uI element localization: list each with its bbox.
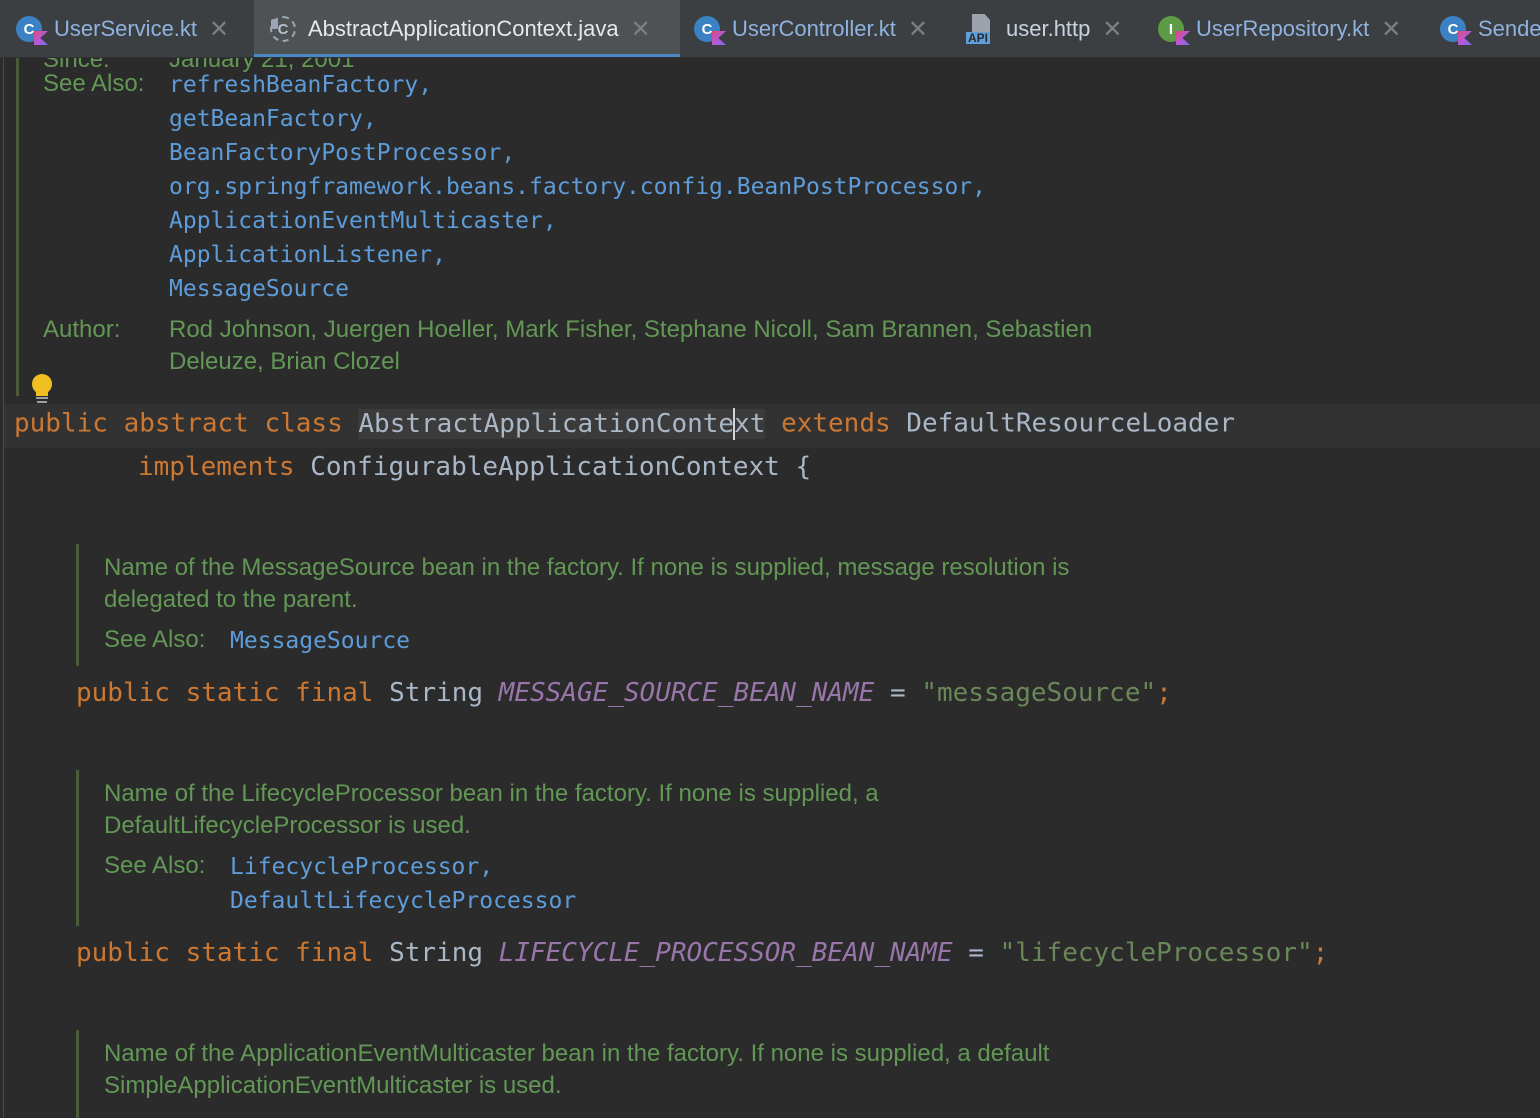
keyword: public bbox=[14, 408, 108, 439]
doc-comment-bar bbox=[76, 544, 79, 666]
see-also-link[interactable]: MessageSource bbox=[230, 628, 410, 654]
field-doc-line: Name of the LifecycleProcessor bean in t… bbox=[104, 780, 879, 807]
operator: = bbox=[890, 678, 906, 708]
field-name[interactable]: MESSAGE_SOURCE_BEAN_NAME bbox=[499, 678, 875, 708]
field-type: String bbox=[389, 938, 484, 968]
keyword: class bbox=[264, 408, 343, 439]
doc-comment-bar bbox=[76, 1030, 79, 1118]
implements-clause: implements ConfigurableApplicationContex… bbox=[138, 452, 811, 482]
see-also-link[interactable]: LifecycleProcessor, bbox=[230, 854, 493, 880]
keyword: final bbox=[295, 678, 374, 708]
field-doc-line: SimpleApplicationEventMulticaster is use… bbox=[104, 1072, 562, 1099]
field-doc-line: Name of the ApplicationEventMulticaster … bbox=[104, 1040, 1050, 1067]
close-icon[interactable]: ✕ bbox=[209, 15, 229, 44]
see-also-link[interactable]: ApplicationEventMulticaster, bbox=[169, 208, 557, 234]
keyword: public bbox=[76, 678, 170, 708]
see-also-link[interactable]: getBeanFactory, bbox=[169, 106, 377, 132]
tab-label: AbstractApplicationContext.java bbox=[308, 16, 619, 41]
see-also-label: See Also: bbox=[104, 852, 206, 879]
field-doc-line: Name of the MessageSource bean in the fa… bbox=[104, 554, 1070, 581]
keyword: public bbox=[76, 938, 170, 968]
kotlin-interface-icon: I bbox=[1158, 14, 1190, 45]
doc-comment-bar bbox=[76, 770, 79, 926]
close-icon[interactable]: ✕ bbox=[631, 15, 651, 44]
gutter-border bbox=[3, 58, 4, 1118]
editor-tab-bar: C UserService.kt ✕ C AbstractApplication… bbox=[0, 0, 1540, 58]
code-editor[interactable]: Since: January 21, 2001 See Also: refres… bbox=[0, 58, 1540, 1118]
field-name[interactable]: LIFECYCLE_PROCESSOR_BEAN_NAME bbox=[499, 938, 953, 968]
class-name[interactable]: AbstractApplicationContext bbox=[358, 408, 766, 440]
keyword: static bbox=[185, 938, 280, 968]
abstract-class-icon: C bbox=[270, 14, 300, 44]
class-declaration: public abstract class AbstractApplicatio… bbox=[14, 408, 1235, 440]
tab-label: Sende bbox=[1478, 16, 1540, 41]
tab-sender[interactable]: C Sende bbox=[1440, 0, 1540, 57]
tab-user-repository[interactable]: I UserRepository.kt ✕ bbox=[1158, 0, 1401, 57]
semicolon: ; bbox=[1156, 678, 1172, 708]
field-declaration: public static final String MESSAGE_SOURC… bbox=[76, 678, 1172, 708]
tab-label: UserRepository.kt bbox=[1196, 16, 1370, 41]
string-literal: "lifecycleProcessor" bbox=[999, 938, 1313, 968]
operator: = bbox=[968, 938, 984, 968]
class-javadoc: Since: January 21, 2001 See Also: refres… bbox=[16, 58, 1256, 396]
author-line: Rod Johnson, Juergen Hoeller, Mark Fishe… bbox=[169, 316, 1093, 343]
see-also-label: See Also: bbox=[104, 626, 206, 653]
keyword: implements bbox=[138, 452, 295, 482]
tab-label: user.http bbox=[1006, 16, 1091, 41]
tab-user-http[interactable]: API user.http ✕ bbox=[966, 0, 1123, 57]
tab-user-service[interactable]: C UserService.kt ✕ bbox=[16, 0, 229, 57]
close-icon[interactable]: ✕ bbox=[908, 15, 928, 44]
author-line: Deleuze, Brian Clozel bbox=[169, 348, 400, 375]
kotlin-class-icon: C bbox=[694, 14, 726, 45]
see-also-link[interactable]: org.springframework.beans.factory.config… bbox=[169, 174, 986, 200]
see-also-link[interactable]: ApplicationListener, bbox=[169, 242, 446, 268]
see-also-label: See Also: bbox=[43, 70, 145, 97]
kotlin-class-icon: C bbox=[1440, 14, 1472, 45]
field-doc-line: DefaultLifecycleProcessor is used. bbox=[104, 812, 471, 839]
api-file-icon: API bbox=[966, 14, 998, 44]
keyword: extends bbox=[781, 408, 891, 439]
see-also-link[interactable]: MessageSource bbox=[169, 276, 349, 302]
field-declaration: public static final String LIFECYCLE_PRO… bbox=[76, 938, 1328, 968]
lightbulb-icon[interactable] bbox=[31, 374, 53, 404]
keyword: final bbox=[295, 938, 374, 968]
close-icon[interactable]: ✕ bbox=[1102, 15, 1122, 44]
open-brace: { bbox=[795, 452, 812, 482]
keyword: static bbox=[185, 678, 280, 708]
author-label: Author: bbox=[43, 316, 121, 343]
tab-label: UserController.kt bbox=[732, 16, 896, 41]
string-literal: "messageSource" bbox=[921, 678, 1157, 708]
close-icon[interactable]: ✕ bbox=[1381, 15, 1401, 44]
interface-name: ConfigurableApplicationContext bbox=[310, 452, 780, 482]
tab-label: UserService.kt bbox=[54, 16, 198, 41]
keyword: abstract bbox=[123, 408, 249, 439]
field-type: String bbox=[389, 678, 484, 708]
see-also-link[interactable]: refreshBeanFactory, bbox=[169, 72, 432, 98]
superclass-name: DefaultResourceLoader bbox=[906, 408, 1236, 439]
kotlin-class-icon: C bbox=[16, 14, 48, 45]
semicolon: ; bbox=[1312, 938, 1329, 968]
see-also-link[interactable]: DefaultLifecycleProcessor bbox=[230, 888, 576, 914]
tab-user-controller[interactable]: C UserController.kt ✕ bbox=[694, 0, 928, 57]
field-doc-line: delegated to the parent. bbox=[104, 586, 358, 613]
tab-abstract-application-context[interactable]: C AbstractApplicationContext.java ✕ bbox=[254, 0, 680, 57]
see-also-link[interactable]: BeanFactoryPostProcessor, bbox=[169, 140, 515, 166]
